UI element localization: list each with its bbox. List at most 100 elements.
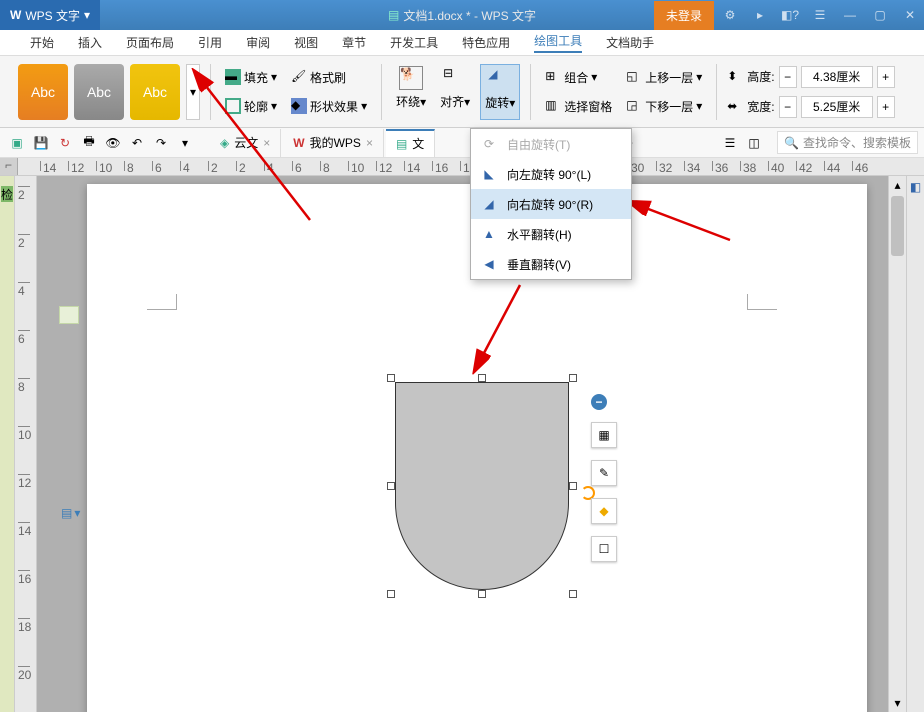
sidebar-icon[interactable]: ◧ [907,180,924,194]
height-increase[interactable]: + [877,66,895,88]
height-decrease[interactable]: − [779,66,797,88]
height-input[interactable] [801,66,873,88]
flip-vertical[interactable]: ◀ 垂直翻转(V) [471,249,631,279]
menu-reference[interactable]: 引用 [198,34,222,51]
settings-icon[interactable]: ⚙ [716,0,744,30]
send-backward-button[interactable]: ◲ 下移一层▾ [622,96,706,117]
outline-toggle[interactable] [59,306,79,324]
margin-corner-tr [747,294,777,310]
selection-pane-button[interactable]: ▥ 选择窗格 [541,96,616,117]
resize-handle[interactable] [387,482,395,490]
command-search[interactable]: 🔍 查找命令、搜索模板 [777,131,918,154]
tab-close[interactable]: × [263,136,270,150]
document-title: ▤ 文档1.docx * - WPS 文字 [388,7,536,24]
ruler-horizontal[interactable]: ⌐ 14121086422468101214161820222426283032… [0,158,924,176]
scroll-down-icon[interactable]: ▾ [889,696,906,710]
float-edit-icon[interactable]: ✎ [591,460,617,486]
collapse-icon[interactable]: − [591,394,607,410]
check-badge[interactable]: 检 [1,186,13,202]
shape-style-2[interactable]: Abc [74,64,124,120]
ruler-corner[interactable]: ⌐ [0,158,18,176]
section-toggle[interactable]: ▤▾ [61,506,80,520]
menu-insert[interactable]: 插入 [78,34,102,51]
shape-style-3[interactable]: Abc [130,64,180,120]
bring-forward-button[interactable]: ◱ 上移一层▾ [622,67,706,88]
tab-close[interactable]: × [366,136,373,150]
menu-start[interactable]: 开始 [30,34,54,51]
print-icon[interactable]: 🖶 [78,132,100,154]
float-layout-icon[interactable]: ▦ [591,422,617,448]
maximize-button[interactable]: ▢ [866,0,894,30]
scrollbar-thumb[interactable] [891,196,904,256]
rotate-left-90[interactable]: ◣ 向左旋转 90°(L) [471,159,631,189]
scrollbar-vertical[interactable]: ▴ ▾ [888,176,906,712]
align-button[interactable]: ⊟ 对齐▾ [436,64,474,120]
flip-horizontal[interactable]: ▲ 水平翻转(H) [471,219,631,249]
tab-list-icon[interactable]: ☰ [719,132,741,154]
pane-icon: ▥ [545,98,561,114]
redo-icon[interactable]: ↷ [150,132,172,154]
resize-handle[interactable] [478,374,486,382]
menu-dev-tools[interactable]: 开发工具 [390,34,438,51]
app-menu-button[interactable]: W WPS 文字 ▾ [0,0,100,30]
menu-chapter[interactable]: 章节 [342,34,366,51]
resize-handle[interactable] [387,590,395,598]
selected-shape[interactable] [387,374,577,598]
tab-mywps[interactable]: W 我的WPS × [283,129,384,157]
save-icon[interactable]: 💾 [30,132,52,154]
menu-review[interactable]: 审阅 [246,34,270,51]
menu-doc-assistant[interactable]: 文档助手 [606,34,654,51]
menu-view[interactable]: 视图 [294,34,318,51]
shape-body[interactable] [395,382,569,590]
flip-h-icon: ▲ [481,226,497,242]
resize-handle[interactable] [569,482,577,490]
window-icon[interactable]: ◫ [743,132,765,154]
refresh-icon[interactable]: ↻ [54,132,76,154]
resize-handle[interactable] [478,590,486,598]
ruler-vertical[interactable]: 22468101214161820 [15,176,37,712]
height-label: 高度: [747,68,774,85]
shape-effect-button[interactable]: ◆ 形状效果▾ [287,96,371,117]
outline-button[interactable]: 轮廓▾ [221,96,281,117]
canvas[interactable]: − ▦ ✎ ◆ ☐ ▤▾ [37,176,888,712]
rotate-button[interactable]: ◢ 旋转▾ [480,64,520,120]
menu-page-layout[interactable]: 页面布局 [126,34,174,51]
shape-style-more[interactable]: ▾ [186,64,200,120]
rotate-right-90[interactable]: ◢ 向右旋转 90°(R) [471,189,631,219]
close-button[interactable]: ✕ [896,0,924,30]
minimize-button[interactable]: — [836,0,864,30]
fill-button[interactable]: ▬ 填充▾ [221,67,281,88]
width-decrease[interactable]: − [779,96,797,118]
left-strip: 检 [0,176,15,712]
new-icon[interactable]: ▣ [6,132,28,154]
margin-corner-tl [147,294,177,310]
width-label: 宽度: [747,98,774,115]
scroll-up-icon[interactable]: ▴ [889,178,906,192]
group-button[interactable]: ⊞ 组合▾ [541,67,616,88]
menubar: 开始 插入 页面布局 引用 审阅 视图 章节 开发工具 特色应用 绘图工具 文档… [0,30,924,56]
app-name: WPS 文字 [25,7,80,24]
qat-more[interactable]: ▾ [174,132,196,154]
float-outline-icon[interactable]: ☐ [591,536,617,562]
overflow-icon[interactable]: ☰ [806,0,834,30]
sync-icon[interactable]: ◧? [776,0,804,30]
resize-handle[interactable] [387,374,395,382]
format-painter-button[interactable]: 🖌 格式刷 [287,67,371,88]
print-preview-icon[interactable]: 👁 [102,132,124,154]
menu-drawing-tools[interactable]: 绘图工具 [534,32,582,53]
forward-icon: ◱ [626,69,642,85]
tab-cloud[interactable]: ◈ 云文 × [210,129,281,157]
float-fill-icon[interactable]: ◆ [591,498,617,524]
width-input[interactable] [801,96,873,118]
undo-icon[interactable]: ↶ [126,132,148,154]
resize-handle[interactable] [569,590,577,598]
menu-special[interactable]: 特色应用 [462,34,510,51]
width-increase[interactable]: + [877,96,895,118]
tab-document[interactable]: ▤ 文 [386,129,435,157]
shape-style-1[interactable]: Abc [18,64,68,120]
resize-handle[interactable] [569,374,577,382]
login-button[interactable]: 未登录 [654,1,714,30]
outline-icon [225,98,241,114]
wrap-button[interactable]: 🐕 环绕▾ [392,64,430,120]
share-icon[interactable]: ▸ [746,0,774,30]
